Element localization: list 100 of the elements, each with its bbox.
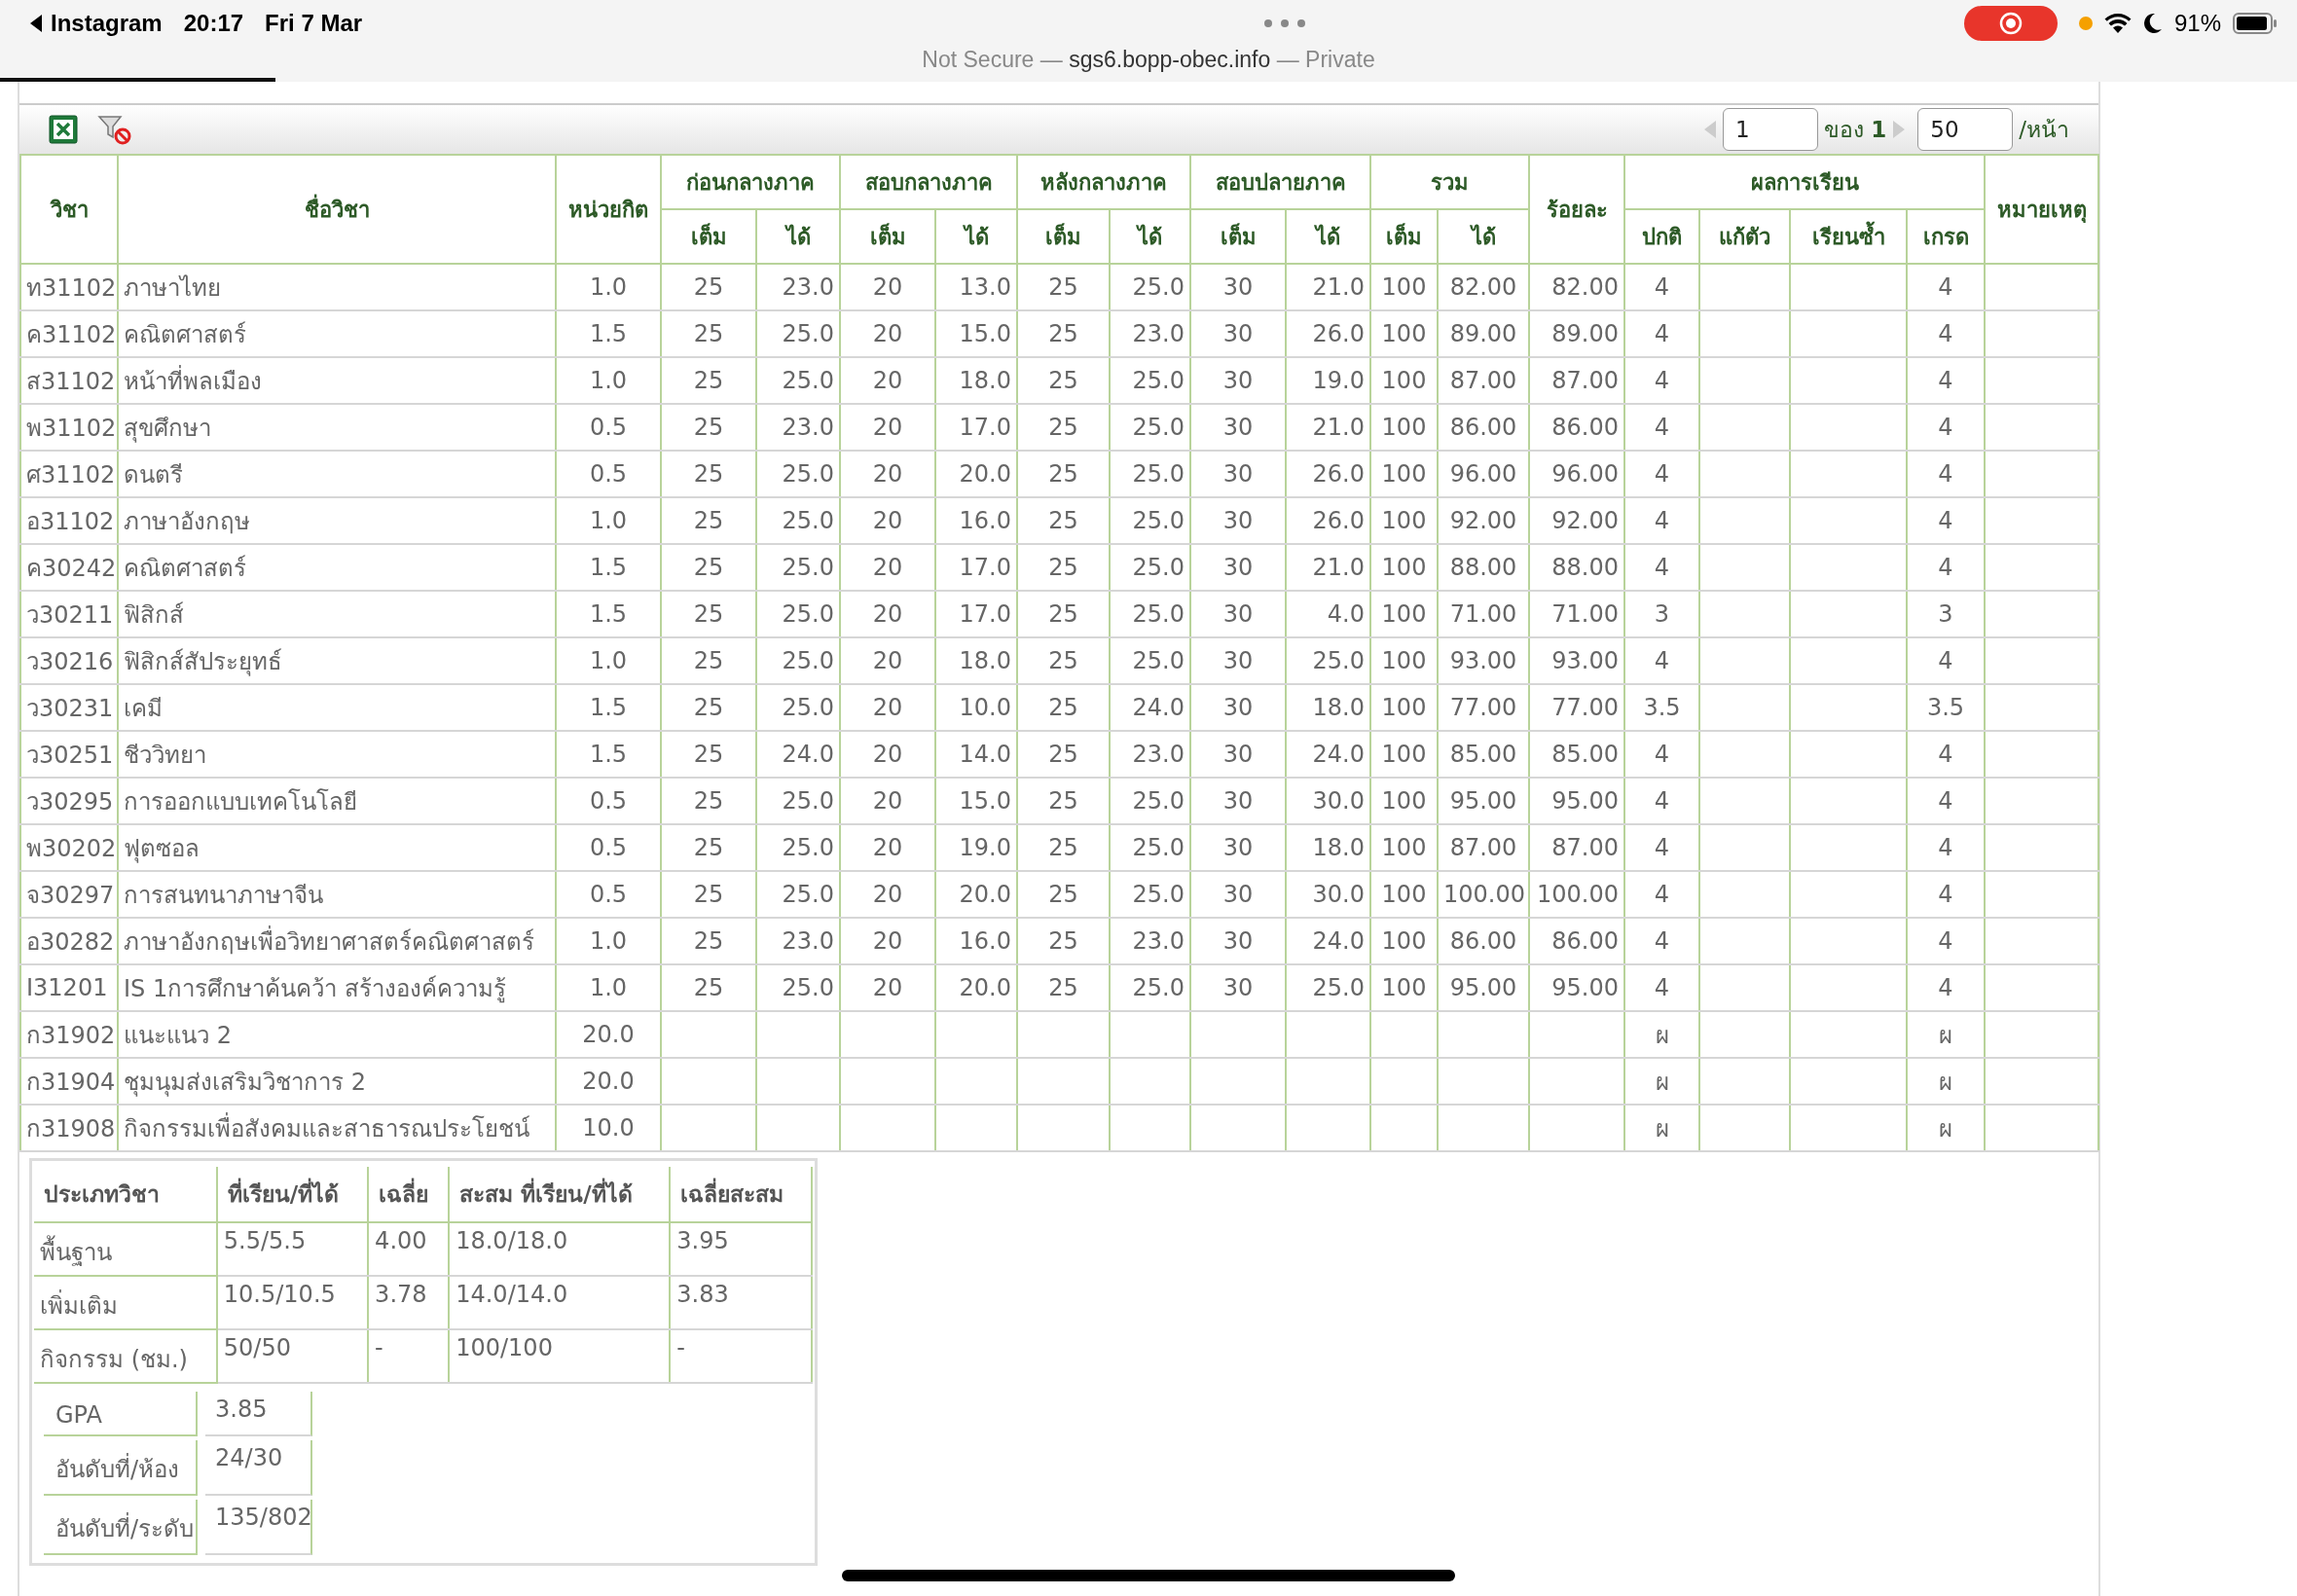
table-cell: 25.0 xyxy=(1110,591,1190,637)
table-cell: ชีววิทยา xyxy=(118,731,556,778)
table-cell: ว30216 xyxy=(20,637,118,684)
table-cell: 95.00 xyxy=(1529,964,1624,1011)
table-cell: 25 xyxy=(1017,824,1110,871)
table-cell: 100 xyxy=(1370,964,1438,1011)
table-cell: 4.00 xyxy=(368,1222,450,1276)
table-cell: 87.00 xyxy=(1529,824,1624,871)
stat-value: 3.85 xyxy=(205,1392,312,1436)
table-cell: ฟิสิกส์ xyxy=(118,591,556,637)
table-cell: 4 xyxy=(1624,404,1699,451)
table-cell: 4 xyxy=(1907,871,1985,918)
table-cell: 20 xyxy=(840,310,935,357)
back-icon[interactable] xyxy=(29,14,43,33)
table-cell: 93.00 xyxy=(1529,637,1624,684)
table-cell: 25 xyxy=(661,637,756,684)
table-cell: ว30295 xyxy=(20,778,118,824)
table-cell: 30 xyxy=(1190,451,1286,497)
table-cell: 14.0 xyxy=(935,731,1017,778)
table-cell: 30 xyxy=(1190,918,1286,964)
table-cell: 3.5 xyxy=(1907,684,1985,731)
address-bar[interactable]: Not Secure — sgs6.bopp-obec.info — Private xyxy=(922,47,1375,73)
table-cell: พ30202 xyxy=(20,824,118,871)
table-cell: 82.00 xyxy=(1529,264,1624,310)
table-cell: 1.5 xyxy=(556,684,661,731)
table-cell: 30 xyxy=(1190,357,1286,404)
table-cell: 100/100 xyxy=(449,1329,671,1383)
table-cell: 20 xyxy=(840,264,935,310)
table-cell: 30 xyxy=(1190,871,1286,918)
table-cell: 3.5 xyxy=(1624,684,1699,731)
column-group-header: ผลการเรียน xyxy=(1624,155,1985,209)
table-cell: 21.0 xyxy=(1286,544,1370,591)
table-cell: 1.0 xyxy=(556,497,661,544)
table-cell: สุขศึกษา xyxy=(118,404,556,451)
page-number-field[interactable]: 1 xyxy=(1722,108,1818,151)
page-size-field[interactable]: 50 xyxy=(1917,108,2014,151)
table-cell: 10.0 xyxy=(935,684,1017,731)
table-cell: 25.0 xyxy=(1110,637,1190,684)
table-cell: 4 xyxy=(1624,357,1699,404)
column-header: ได้ xyxy=(935,209,1017,264)
table-cell: 4 xyxy=(1624,637,1699,684)
table-cell: ค30242 xyxy=(20,544,118,591)
table-cell: 20 xyxy=(840,497,935,544)
table-cell: ว30211 xyxy=(20,591,118,637)
table-cell: 18.0 xyxy=(1286,824,1370,871)
table-cell: 25.0 xyxy=(1110,451,1190,497)
table-cell: 25.0 xyxy=(756,684,840,731)
recording-indicator[interactable] xyxy=(1963,6,2058,41)
table-cell: 20.0 xyxy=(556,1011,661,1058)
table-cell: 4 xyxy=(1907,637,1985,684)
table-cell: 25 xyxy=(1017,871,1110,918)
table-cell: 20 xyxy=(840,964,935,1011)
table-cell: 25 xyxy=(661,684,756,731)
table-cell: คณิตศาสตร์ xyxy=(118,310,556,357)
battery-icon xyxy=(2233,13,2278,34)
column-header: สะสม ที่เรียน/ที่ได้ xyxy=(449,1167,671,1222)
table-cell: เพิ่มเติม xyxy=(34,1276,217,1329)
table-cell: 20.0 xyxy=(935,964,1017,1011)
table-cell: 4 xyxy=(1624,778,1699,824)
table-cell: 4 xyxy=(1907,544,1985,591)
column-header: เฉลี่ยสะสม xyxy=(670,1167,812,1222)
table-cell: ภาษาอังกฤษ xyxy=(118,497,556,544)
column-header: เต็ม xyxy=(661,209,756,264)
table-cell: 25.0 xyxy=(1110,824,1190,871)
column-header: เต็ม xyxy=(1190,209,1286,264)
table-cell: 95.00 xyxy=(1438,964,1529,1011)
table-cell: 20.0 xyxy=(935,451,1017,497)
table-cell: 0.5 xyxy=(556,871,661,918)
table-cell: - xyxy=(368,1329,450,1383)
table-cell: - xyxy=(670,1329,812,1383)
column-group-header: ก่อนกลางภาค xyxy=(661,155,840,209)
table-cell: 89.00 xyxy=(1438,310,1529,357)
table-cell: 4 xyxy=(1907,310,1985,357)
clear-filter-icon[interactable] xyxy=(97,114,132,145)
table-cell: 30 xyxy=(1190,824,1286,871)
table-cell: 25.0 xyxy=(756,871,840,918)
more-dots-icon[interactable] xyxy=(1263,18,1307,28)
table-cell: 25 xyxy=(661,964,756,1011)
table-cell: 25 xyxy=(661,357,756,404)
table-cell: 20 xyxy=(840,824,935,871)
table-cell: 18.0/18.0 xyxy=(449,1222,671,1276)
table-cell: 4 xyxy=(1624,918,1699,964)
table-cell: ดนตรี xyxy=(118,451,556,497)
table-cell: 24.0 xyxy=(1286,731,1370,778)
table-cell: 88.00 xyxy=(1529,544,1624,591)
table-cell: 100 xyxy=(1370,778,1438,824)
table-cell: 15.0 xyxy=(935,310,1017,357)
back-label[interactable]: Instagram xyxy=(51,10,163,37)
spreadsheet-export-icon[interactable] xyxy=(49,115,78,144)
table-cell: 20 xyxy=(840,918,935,964)
table-cell: 25 xyxy=(661,264,756,310)
table-cell: 23.0 xyxy=(756,918,840,964)
table-cell: 25.0 xyxy=(756,591,840,637)
table-cell: 4 xyxy=(1624,497,1699,544)
table-cell: 14.0/14.0 xyxy=(449,1276,671,1329)
table-cell: 1.5 xyxy=(556,731,661,778)
table-cell: 25.0 xyxy=(1110,871,1190,918)
column-header: แก้ตัว xyxy=(1699,209,1790,264)
table-cell: 18.0 xyxy=(1286,684,1370,731)
table-cell: 25 xyxy=(1017,964,1110,1011)
